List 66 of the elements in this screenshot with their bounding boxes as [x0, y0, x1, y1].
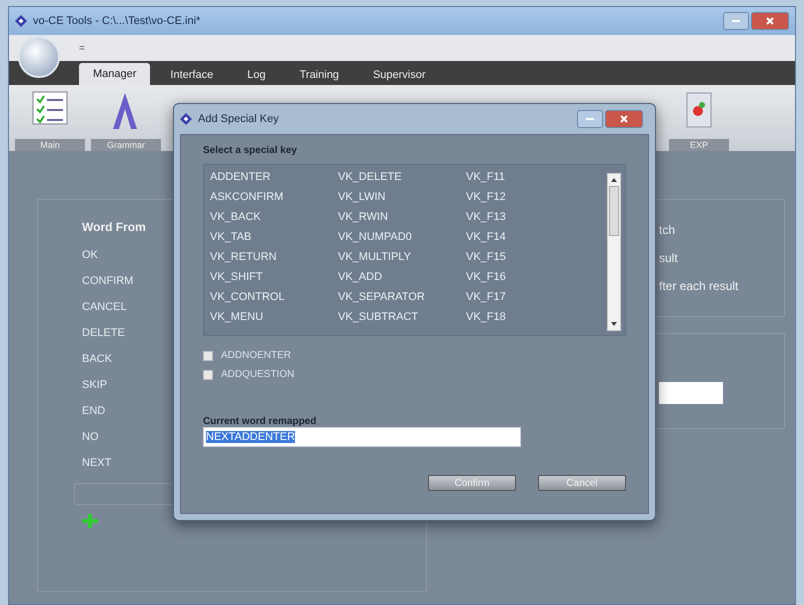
- list-item[interactable]: VK_MULTIPLY: [338, 251, 466, 268]
- list-item[interactable]: VK_NUMPAD0: [338, 231, 466, 248]
- list-item[interactable]: VK_CONTROL: [210, 291, 338, 308]
- close-button[interactable]: [751, 12, 789, 30]
- option-label: fter each result: [659, 279, 738, 293]
- list-item[interactable]: VK_MENU: [210, 311, 338, 328]
- scroll-thumb[interactable]: [609, 186, 619, 236]
- checklist-icon[interactable]: [32, 91, 68, 125]
- list-item[interactable]: VK_SHIFT: [210, 271, 338, 288]
- checkbox[interactable]: [203, 350, 213, 360]
- list-item[interactable]: VK_SEPARATOR: [338, 291, 466, 308]
- list-item[interactable]: VK_DELETE: [338, 171, 466, 188]
- field-label: Current word remapped: [203, 416, 318, 427]
- option-label: sult: [659, 251, 678, 265]
- minimize-icon: [732, 20, 740, 22]
- ribbon-group-label: Main: [15, 139, 85, 151]
- option-label: tch: [659, 223, 676, 237]
- scroll-up-icon[interactable]: [610, 176, 618, 184]
- list-label: Select a special key: [203, 145, 298, 156]
- list-item[interactable]: VK_SUBTRACT: [338, 311, 466, 328]
- window-title: vo-CE Tools - C:\...\Test\vo-CE.ini*: [33, 15, 200, 27]
- close-icon: [766, 17, 774, 25]
- list-item[interactable]: VK_F11: [466, 171, 607, 188]
- input-field[interactable]: [659, 382, 723, 404]
- minimize-icon: [586, 118, 594, 120]
- dialog-button[interactable]: Cancel: [538, 475, 626, 491]
- checkbox[interactable]: [203, 370, 213, 380]
- list-item[interactable]: VK_LWIN: [338, 191, 466, 208]
- column-heading: Word From: [82, 220, 147, 234]
- list-item[interactable]: VK_F14: [466, 231, 607, 248]
- list-item[interactable]: ASKCONFIRM: [210, 191, 338, 208]
- list-item[interactable]: VK_RETURN: [210, 251, 338, 268]
- ribbon-tab[interactable]: Training: [286, 65, 353, 85]
- dialog-button[interactable]: Confirm: [428, 475, 516, 491]
- checkbox-label: ADDQUESTION: [221, 369, 294, 380]
- scroll-down-icon[interactable]: [610, 320, 618, 328]
- list-item[interactable]: VK_ADD: [338, 271, 466, 288]
- list-item[interactable]: VK_F13: [466, 211, 607, 228]
- list-item[interactable]: VK_F15: [466, 251, 607, 268]
- ribbon-group-label: EXP: [669, 139, 729, 151]
- ribbon-tab[interactable]: Manager: [79, 63, 150, 85]
- ribbon-tab[interactable]: Log: [233, 65, 280, 85]
- list-item[interactable]: VK_BACK: [210, 211, 338, 228]
- dialog-title: Add Special Key: [198, 113, 279, 125]
- scrollbar[interactable]: [607, 173, 621, 331]
- ribbon-group-label: Grammar: [91, 139, 161, 151]
- input-field[interactable]: NEXTADDENTER: [203, 427, 521, 447]
- app-logo-icon: [180, 113, 192, 125]
- list-item[interactable]: VK_F17: [466, 291, 607, 308]
- close-button[interactable]: [605, 110, 643, 128]
- list-item[interactable]: ADDENTER: [210, 171, 338, 188]
- ribbon-tab[interactable]: Interface: [156, 65, 228, 85]
- checkbox-label: ADDNOENTER: [221, 350, 292, 361]
- quick-access-menu[interactable]: =: [79, 42, 85, 54]
- close-icon: [620, 115, 628, 123]
- app-logo-icon: [15, 15, 27, 27]
- list-item[interactable]: VK_RWIN: [338, 211, 466, 228]
- document-icon[interactable]: [685, 91, 713, 129]
- list-item[interactable]: VK_F12: [466, 191, 607, 208]
- list-item[interactable]: VK_F18: [466, 311, 607, 328]
- minimize-button[interactable]: [723, 12, 749, 30]
- ribbon-tab[interactable]: Supervisor: [358, 65, 440, 85]
- minimize-button[interactable]: [577, 110, 603, 128]
- list-item[interactable]: VK_TAB: [210, 231, 338, 248]
- key-list[interactable]: [203, 164, 626, 336]
- list-item[interactable]: VK_F16: [466, 271, 607, 288]
